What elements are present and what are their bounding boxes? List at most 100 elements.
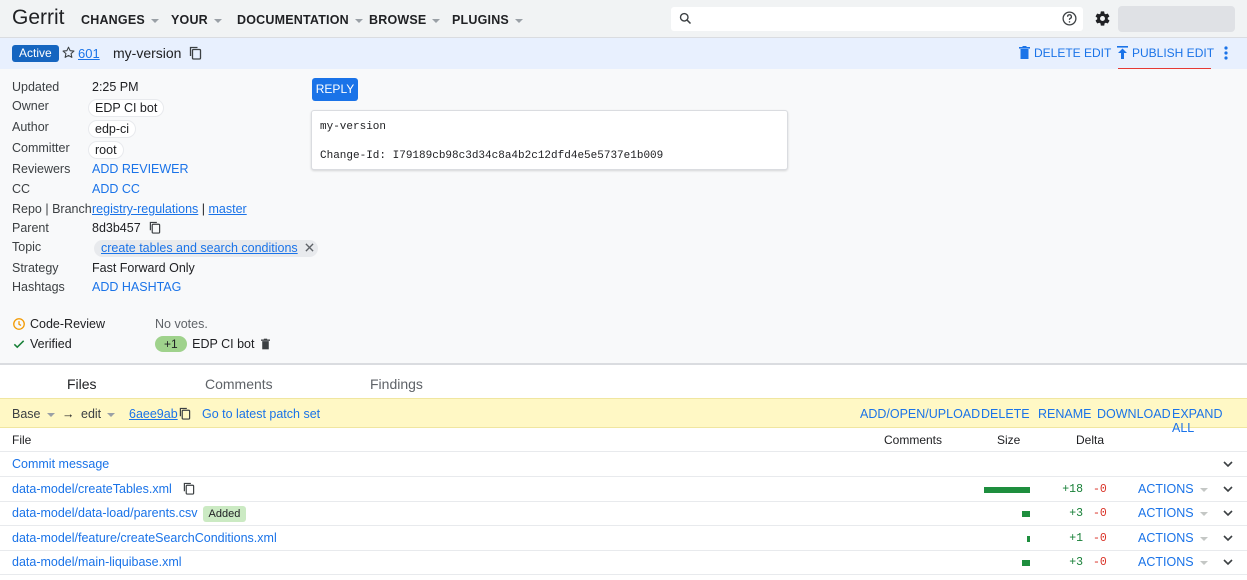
trash-icon[interactable]: [260, 338, 270, 350]
chevron-down-icon: [150, 18, 159, 23]
close-icon[interactable]: [305, 243, 314, 252]
nav-your[interactable]: YOUR: [171, 13, 222, 27]
delete-file-button[interactable]: DELETE: [981, 407, 1030, 421]
download-button[interactable]: DOWNLOAD: [1097, 407, 1171, 421]
commit-message-link[interactable]: Commit message: [12, 457, 109, 471]
verified-voter: EDP CI bot: [192, 337, 255, 351]
latest-patchset-link[interactable]: Go to latest patch set: [202, 407, 320, 421]
publish-icon: [1117, 46, 1128, 59]
file-actions-menu[interactable]: ACTIONS: [1138, 482, 1208, 496]
size-bar: [1027, 536, 1030, 542]
chevron-down-icon: [1199, 536, 1208, 541]
size-bar: [1022, 511, 1030, 517]
chevron-down-icon[interactable]: [1222, 556, 1234, 568]
lines-removed: -0: [1093, 532, 1107, 545]
search-icon: [679, 12, 692, 25]
patchset-arrow: →: [62, 407, 75, 421]
chevron-down-icon: [1199, 487, 1208, 492]
more-vert-icon[interactable]: [1221, 45, 1231, 61]
chevron-down-icon: [213, 18, 222, 23]
patchset-select[interactable]: edit: [81, 407, 116, 421]
table-row[interactable]: data-model/data-load/parents.csv Added +3…: [0, 501, 1247, 526]
table-row[interactable]: data-model/main-liquibase.xml +3 -0 ACTI…: [0, 550, 1247, 575]
header-comments: Comments: [884, 433, 943, 447]
file-actions-menu[interactable]: ACTIONS: [1138, 531, 1208, 545]
change-subject: my-version: [113, 45, 182, 61]
file-actions-menu[interactable]: ACTIONS: [1138, 555, 1208, 569]
header-size: Size: [997, 433, 1021, 447]
table-row[interactable]: data-model/createTables.xml +18 -0 ACTIO…: [0, 477, 1247, 502]
author-chip[interactable]: edp-ci: [88, 120, 137, 138]
file-link[interactable]: data-model/data-load/parents.csv: [12, 506, 198, 520]
chevron-down-icon: [46, 412, 55, 417]
chevron-down-icon[interactable]: [1222, 507, 1234, 519]
change-number-link[interactable]: 601: [78, 46, 100, 61]
change-metadata: Updated 2:25 PM Owner EDP CI bot Author edp…: [0, 69, 1247, 365]
topic-chip: create tables and search conditions: [94, 240, 319, 257]
table-row[interactable]: Commit message: [0, 452, 1247, 477]
add-hashtag-button[interactable]: ADD HASHTAG: [92, 280, 181, 294]
top-header: Gerrit CHANGES YOUR DOCUMENTATION BROWSE…: [0, 0, 1247, 38]
base-patchset-select[interactable]: Base: [12, 407, 55, 421]
tab-files[interactable]: Files: [67, 376, 97, 392]
publish-edit-button[interactable]: PUBLISH EDIT: [1117, 46, 1214, 60]
tab-bar: Files Comments Findings: [0, 367, 1247, 397]
clock-icon: [13, 318, 25, 330]
rename-file-button[interactable]: RENAME: [1038, 407, 1091, 421]
add-cc-button[interactable]: ADD CC: [92, 182, 140, 196]
owner-chip[interactable]: EDP CI bot: [88, 99, 165, 117]
trash-icon: [1019, 46, 1030, 59]
gerrit-logo[interactable]: Gerrit: [12, 6, 65, 30]
status-badge: Active: [12, 45, 59, 62]
copy-icon[interactable]: [179, 407, 191, 420]
chevron-down-icon[interactable]: [1222, 483, 1234, 495]
chevron-down-icon: [514, 18, 523, 23]
search-box[interactable]: [671, 7, 1083, 31]
parent-hash: 8d3b457: [92, 221, 141, 235]
vote-chip: +1: [155, 336, 187, 352]
committer-chip[interactable]: root: [88, 141, 124, 159]
lines-added: +1: [1069, 532, 1083, 545]
copy-icon[interactable]: [183, 482, 195, 495]
file-link[interactable]: data-model/createTables.xml: [12, 482, 172, 496]
nav-plugins[interactable]: PLUGINS: [452, 13, 523, 27]
added-badge: Added: [202, 506, 247, 522]
header-file: File: [12, 433, 32, 447]
table-row[interactable]: data-model/feature/createSearchCondition…: [0, 526, 1247, 551]
star-icon[interactable]: [61, 45, 76, 60]
copy-icon[interactable]: [189, 46, 202, 60]
nav-browse[interactable]: BROWSE: [369, 13, 441, 27]
help-icon[interactable]: [1061, 10, 1078, 27]
repo-link[interactable]: registry-regulations: [92, 202, 198, 216]
reply-button[interactable]: REPLY: [312, 78, 358, 101]
patchset-commit-link[interactable]: 6aee9ab: [129, 407, 178, 421]
lines-added: +3: [1069, 507, 1083, 520]
tab-comments[interactable]: Comments: [205, 376, 273, 392]
copy-icon[interactable]: [149, 221, 161, 234]
tab-findings[interactable]: Findings: [370, 376, 423, 392]
chevron-down-icon: [1199, 511, 1208, 516]
topic-link[interactable]: create tables and search conditions: [101, 241, 298, 255]
size-bar: [1022, 560, 1030, 566]
patchset-bar: Base → edit 6aee9ab Go to latest patch s…: [0, 398, 1247, 435]
chevron-down-icon: [1199, 560, 1208, 565]
search-input[interactable]: [699, 9, 1049, 29]
file-actions-menu[interactable]: ACTIONS: [1138, 506, 1208, 520]
check-icon: [13, 340, 25, 349]
delete-edit-button[interactable]: DELETE EDIT: [1019, 46, 1111, 60]
file-link[interactable]: data-model/main-liquibase.xml: [12, 555, 182, 569]
gear-icon[interactable]: [1094, 10, 1111, 27]
nav-documentation[interactable]: DOCUMENTATION: [237, 13, 363, 27]
change-subheader: Active 601 my-version DELETE EDIT PUBLIS…: [0, 38, 1247, 70]
chevron-down-icon: [107, 412, 116, 417]
chevron-down-icon[interactable]: [1222, 458, 1234, 470]
branch-link[interactable]: master: [209, 202, 247, 216]
file-link[interactable]: data-model/feature/createSearchCondition…: [12, 531, 277, 545]
nav-changes[interactable]: CHANGES: [81, 13, 159, 27]
account-avatar[interactable]: [1118, 6, 1235, 32]
label-verified: Verified: [12, 337, 72, 351]
add-open-upload-button[interactable]: ADD/OPEN/UPLOAD: [860, 407, 980, 421]
label-code-review: Code-Review: [12, 317, 105, 331]
chevron-down-icon[interactable]: [1222, 532, 1234, 544]
add-reviewer-button[interactable]: ADD REVIEWER: [92, 162, 189, 176]
